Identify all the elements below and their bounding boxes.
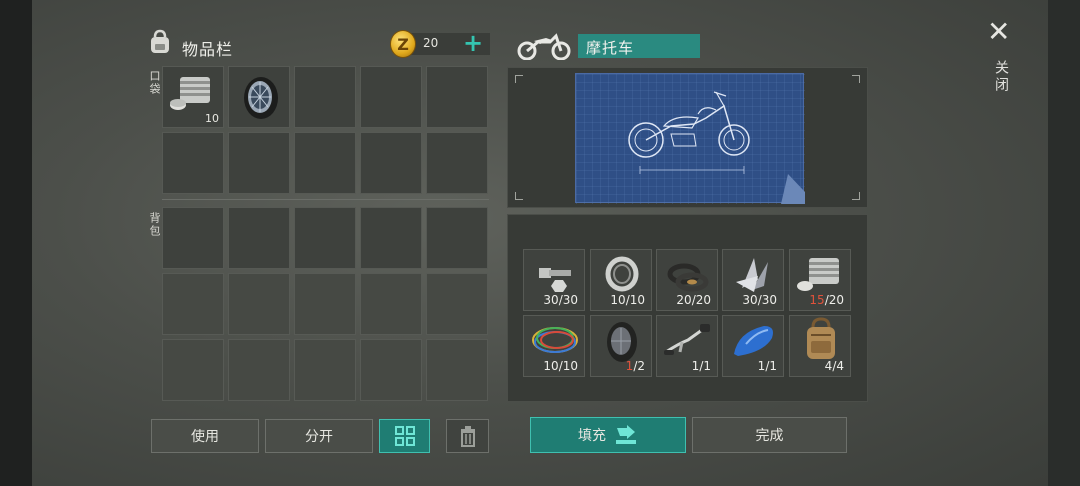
material-slot-fuel-tank[interactable]: 1/1 (722, 315, 784, 377)
frame-corner (515, 192, 523, 200)
backpack-slot[interactable] (426, 207, 488, 269)
material-qty: 15/20 (809, 293, 844, 307)
material-slot-wires[interactable]: 10/10 (523, 315, 585, 377)
material-qty: 1/1 (757, 359, 777, 373)
fill-button[interactable]: 填充 (530, 417, 686, 453)
done-button[interactable]: 完成 (692, 417, 847, 453)
grid-sort-icon (394, 426, 415, 446)
material-qty: 4/4 (824, 359, 844, 373)
locked-slot (426, 339, 488, 401)
inventory-slot[interactable] (360, 132, 422, 194)
backpack-label: 背包 (148, 212, 161, 238)
bolts-icon (539, 268, 571, 292)
split-button[interactable]: 分开 (265, 419, 373, 453)
frame-corner (515, 75, 523, 83)
frame-corner (852, 75, 860, 83)
material-slot-backpack[interactable]: 4/4 (789, 315, 851, 377)
inventory-slot[interactable]: 10 (162, 66, 224, 128)
left-edge (0, 0, 32, 486)
locked-slot (360, 273, 422, 335)
fuel-tank-icon (734, 326, 773, 356)
coin-count: 20 (423, 36, 439, 50)
material-qty: 20/20 (676, 293, 711, 307)
backpack-icon (151, 29, 169, 53)
wheel-icon (244, 77, 278, 119)
locked-slot (162, 273, 224, 335)
pocket-grid: 10 (162, 66, 488, 194)
wires-icon (532, 327, 578, 353)
locked-slot (162, 339, 224, 401)
backpack-slot[interactable] (162, 207, 224, 269)
fill-icon (616, 425, 636, 444)
section-divider (162, 199, 489, 200)
material-slot-wheel[interactable]: 1/2 (590, 315, 652, 377)
pocket-label: 口袋 (148, 70, 161, 96)
material-slot-rubber[interactable]: 20/20 (656, 249, 718, 311)
material-slot-engine[interactable]: 15/20 (789, 249, 851, 311)
fill-label: 填充 (578, 428, 606, 444)
inventory-slot[interactable] (228, 132, 290, 194)
inventory-slot[interactable] (294, 132, 356, 194)
locked-slot (360, 339, 422, 401)
close-button[interactable]: ✕ (987, 18, 1010, 46)
metal-shards-icon (736, 258, 768, 292)
inventory-slot[interactable] (294, 66, 356, 128)
inventory-slot[interactable] (162, 132, 224, 194)
locked-slot (294, 339, 356, 401)
right-edge (1048, 0, 1080, 486)
backpack-grid (162, 207, 488, 401)
backpack-icon (807, 317, 835, 359)
material-slot-metal[interactable]: 30/30 (722, 249, 784, 311)
vehicle-title: 摩托车 (586, 39, 635, 57)
coin-icon: Z (390, 30, 416, 58)
material-qty: 10/10 (610, 293, 645, 307)
inventory-slot[interactable] (426, 66, 488, 128)
close-label[interactable]: 关闭 (991, 60, 1011, 94)
delete-button[interactable] (446, 419, 489, 453)
blueprint-drawing (576, 74, 805, 204)
inventory-title: 物品栏 (182, 40, 234, 59)
engine-block-icon (797, 258, 839, 291)
sort-button[interactable] (379, 419, 430, 453)
slot-quantity: 10 (205, 112, 219, 125)
trash-icon (460, 426, 475, 447)
material-qty: 30/30 (543, 293, 578, 307)
backpack-slot[interactable] (228, 207, 290, 269)
backpack-slot[interactable] (360, 207, 422, 269)
material-slot-handlebar[interactable]: 1/1 (656, 315, 718, 377)
material-qty: 30/30 (742, 293, 777, 307)
rubber-seals-icon (667, 263, 709, 292)
use-button[interactable]: 使用 (151, 419, 259, 453)
add-coins-button[interactable]: + (463, 30, 483, 56)
material-qty: 1/2 (625, 359, 645, 373)
locked-slot (228, 273, 290, 335)
inventory-slot[interactable] (426, 132, 488, 194)
handlebar-icon (664, 324, 710, 355)
motorcycle-blueprint (575, 73, 805, 204)
frame-corner (852, 192, 860, 200)
material-slot-bearing[interactable]: 10/10 (590, 249, 652, 311)
motorcycle-icon (517, 33, 571, 60)
bearing-icon (605, 256, 639, 292)
inventory-slot[interactable] (360, 66, 422, 128)
material-slot-bolts[interactable]: 30/30 (523, 249, 585, 311)
locked-slot (294, 273, 356, 335)
material-qty: 1/1 (691, 359, 711, 373)
locked-slot (426, 273, 488, 335)
backpack-slot[interactable] (294, 207, 356, 269)
inventory-slot[interactable] (228, 66, 290, 128)
locked-slot (228, 339, 290, 401)
material-qty: 10/10 (543, 359, 578, 373)
